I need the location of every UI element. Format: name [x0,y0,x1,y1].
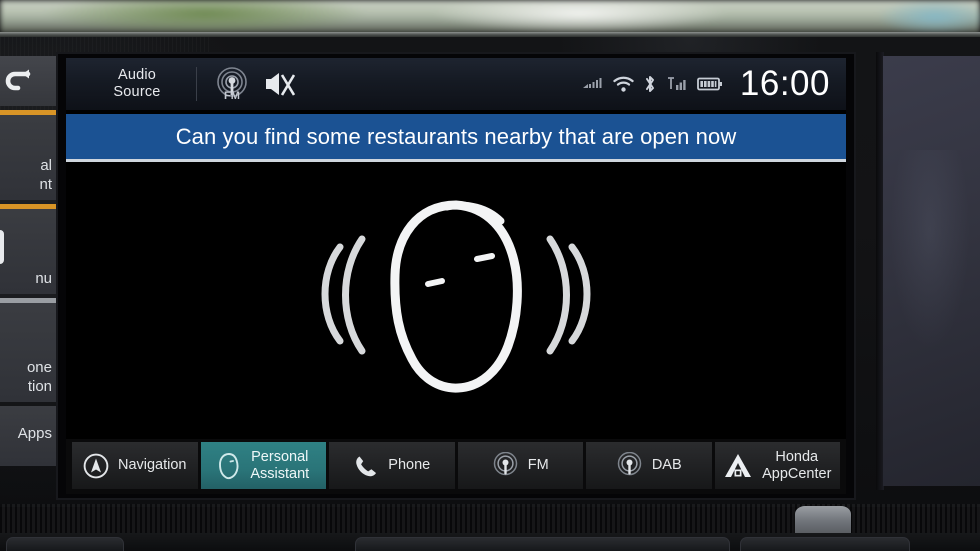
bluetooth-icon [645,76,654,92]
audio-source-label-line2: Source [113,84,161,100]
voice-assistant-graphic-area [66,162,846,436]
radio-antenna-icon [493,452,518,476]
tab-label: Navigation [117,457,187,473]
sidebar-accent-bar [0,298,58,303]
console-button-2[interactable] [355,537,730,551]
menu-tile-icon [0,230,4,264]
bottom-tab-bar: Navigation Personal Assistant Phone FM D… [66,439,846,494]
tab-label: Personal Assistant [250,449,309,483]
left-sidebar: al nt nu one tion Apps [0,56,58,492]
signal-bars-icon [667,77,686,90]
windshield-view [0,0,980,34]
voice-recognition-text: Can you find some restaurants nearby tha… [175,123,737,149]
tab-label-line1: Personal [251,448,309,465]
tab-label: FM [527,457,549,473]
sidebar-back-button[interactable] [0,56,58,106]
back-arrow-icon [5,69,31,91]
status-bar: Audio Source FM 16:00 [66,58,846,110]
tab-label: Honda AppCenter [762,449,831,483]
sidebar-item-label: Apps [17,425,52,442]
head-outline-icon [219,452,239,479]
audio-source-button[interactable]: Audio Source [94,67,180,101]
fm-label: FM [224,90,240,102]
compass-icon [83,453,109,478]
side-panel-glow [890,150,970,350]
wifi-icon [613,76,634,92]
sidebar-accent-bar [0,110,58,115]
sidebar-item-label: one tion [26,359,52,395]
voice-recognition-banner: Can you find some restaurants nearby tha… [66,114,846,162]
speaking-head-icon [321,200,591,393]
tab-label-line1: Honda [775,448,819,465]
sidebar-item-personal-assistant[interactable]: al nt [0,110,58,200]
tab-label: DAB [651,457,682,473]
sidebar-accent-bar [0,204,58,209]
tab-label: Phone [388,457,431,473]
sound-wave-right-icon [546,235,591,355]
status-bar-left-icons: FM [215,67,295,102]
cellular-roam-icon [582,78,602,88]
tab-honda-appcenter[interactable]: Honda AppCenter [714,442,840,489]
tab-navigation[interactable]: Navigation [72,442,198,489]
tab-fm[interactable]: FM [457,442,583,489]
sidebar-item-apps[interactable]: Apps [0,406,58,466]
tab-phone[interactable]: Phone [329,442,455,489]
console-button-3[interactable] [740,537,910,551]
sidebar-item-label: nu [35,270,52,287]
speaker-mute-icon[interactable] [263,69,295,99]
clock: 16:00 [739,64,830,103]
tab-dab[interactable]: DAB [586,442,712,489]
sidebar-item-label: al nt [39,157,52,193]
windshield-sky [430,0,730,34]
sidebar-item-menu[interactable]: nu [0,204,58,294]
tab-label-line2: AppCenter [762,465,832,482]
console-button-1[interactable] [6,537,124,551]
tab-label-line2: Assistant [250,465,310,482]
sidebar-item-phone-connection[interactable]: one tion [0,298,58,402]
battery-icon [697,77,722,91]
status-bar-right-icons: 16:00 [582,64,846,104]
phone-handset-icon [356,456,377,476]
honda-a-logo-icon [725,453,752,477]
car-interior-scene: al nt nu one tion Apps Audio Source FM 1… [0,0,980,551]
head-outline [390,200,522,393]
sound-wave-left-icon [321,235,366,355]
radio-antenna-icon [617,452,642,476]
radio-antenna-icon[interactable]: FM [215,67,249,102]
windshield-foliage [40,0,370,34]
audio-source-label-line1: Audio [117,67,157,83]
status-bar-divider [196,67,197,101]
windshield-right-glare [880,0,980,34]
infotainment-screen: Audio Source FM 16:00 Can you find some … [66,58,846,494]
tab-personal-assistant[interactable]: Personal Assistant [200,442,326,489]
eyes [425,253,495,287]
